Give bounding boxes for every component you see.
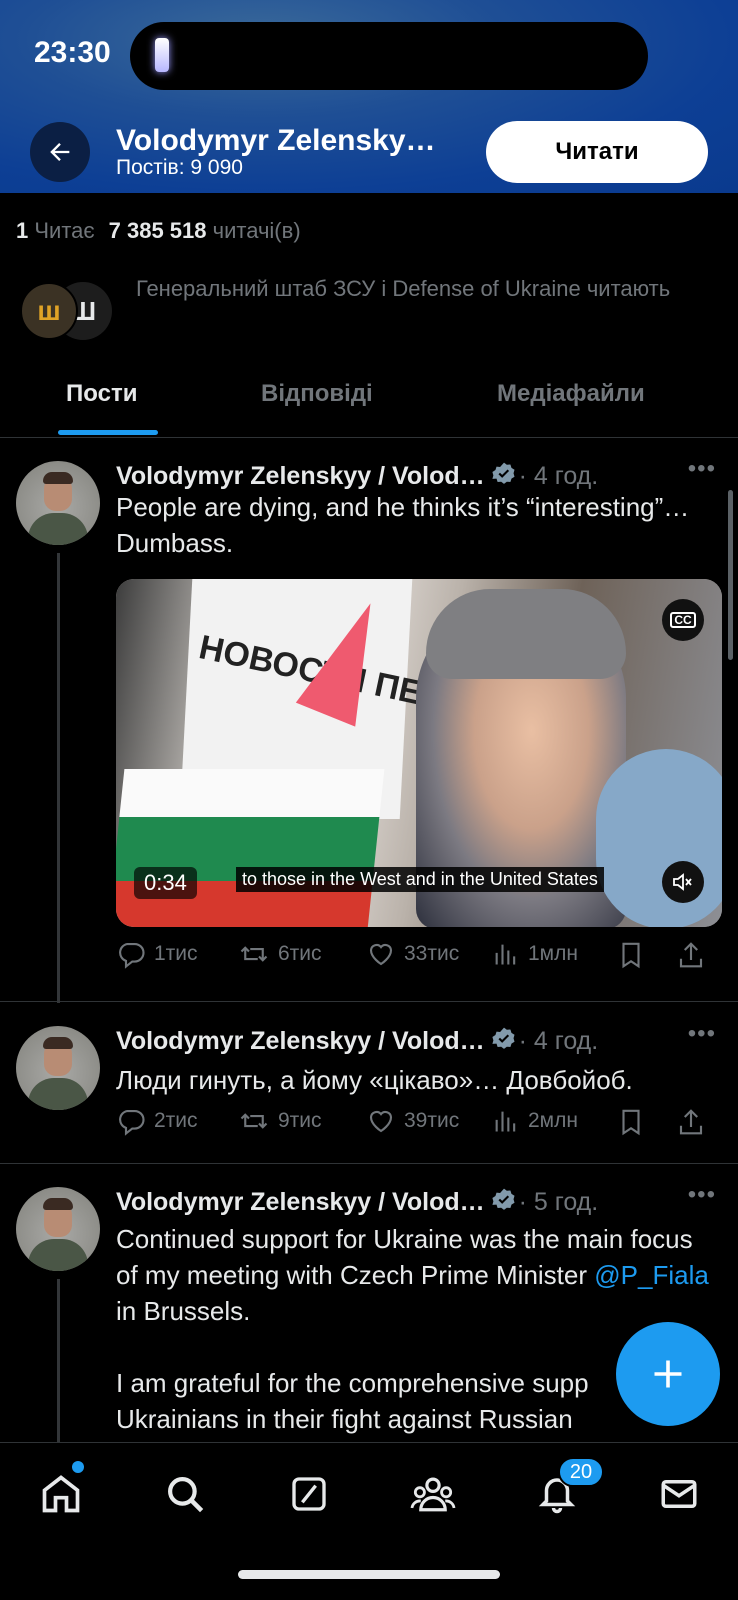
post-time: · 4 год. [518,1027,599,1055]
search-icon [168,1477,204,1513]
post-actions: 1тис 6тис 33тис 1млн [116,939,720,979]
bookmark-button[interactable] [616,939,646,976]
avatar[interactable] [16,1026,100,1110]
post-text: Continued support for Ukraine was the ma… [116,1224,709,1326]
repost-icon [240,946,268,962]
tab-media[interactable]: Медіафайли [497,380,645,408]
mutual-followers[interactable]: ш Ш Генеральний штаб ЗСУ і Defense of Uk… [20,272,720,342]
general-staff-avatar: ш [20,282,78,340]
dynamic-island [130,22,648,90]
more-options-icon[interactable]: ••• [688,1181,716,1209]
follow-stats: 1 Читає 7 385 518 читачі(в) [16,218,301,244]
repost-icon [240,1113,268,1129]
nav-messages[interactable] [654,1469,704,1519]
repost-button[interactable]: 9тис [238,1106,322,1136]
bookmark-button[interactable] [616,1106,646,1143]
mutual-followers-text: Генеральний штаб ЗСУ і Defense of Ukrain… [136,276,671,301]
post-text: People are dying, and he thinks it’s “in… [116,492,690,558]
status-time: 23:30 [34,36,111,69]
reply-button[interactable]: 1тис [116,939,198,969]
arrow-left-icon [50,143,70,161]
bookmark-icon [622,1109,640,1136]
share-button[interactable] [676,939,706,976]
share-icon [679,1109,703,1135]
more-options-icon[interactable]: ••• [688,455,716,483]
reply-icon [119,942,145,969]
flashlight-icon [155,38,169,72]
nav-search[interactable] [160,1469,210,1519]
author-name[interactable]: Volodymyr Zelenskyy / Volod… [116,1027,485,1055]
back-button[interactable] [30,122,90,182]
compose-button[interactable] [616,1322,720,1426]
tab-replies[interactable]: Відповіді [261,380,373,408]
nav-home[interactable] [36,1469,86,1519]
thread-line [57,1279,60,1449]
avatar[interactable] [16,461,100,545]
nav-grok[interactable] [284,1469,334,1519]
tab-posts[interactable]: Пости [66,380,137,408]
profile-tabs: Пости Відповіді Медіафайли [0,366,738,438]
post[interactable]: Volodymyr Zelenskyy / Volod… · 4 год. •••… [0,1002,738,1164]
verified-badge-icon [492,1188,515,1210]
home-indicator[interactable] [238,1570,500,1579]
verified-badge-icon [492,462,515,484]
like-button[interactable]: 39тис [366,1106,459,1136]
share-icon [679,942,703,968]
views-button[interactable]: 1млн [492,939,578,969]
verified-badge-icon [492,1027,515,1049]
follow-button[interactable]: Читати [486,121,708,183]
mail-icon [661,1480,697,1508]
post-time: · 4 год. [518,462,599,490]
like-button[interactable]: 33тис [366,939,459,969]
mention-link[interactable]: @P_Fiala [594,1260,709,1290]
followers-link[interactable]: 7 385 518 читачі(в) [109,218,301,243]
profile-name: Volodymyr Zelensky… [116,124,436,157]
repost-button[interactable]: 6тис [238,939,322,969]
plus-icon [654,1360,682,1388]
author-name[interactable]: Volodymyr Zelenskyy / Volod… [116,462,485,490]
speaker-muted-icon [673,873,692,891]
more-options-icon[interactable]: ••• [688,1020,716,1048]
views-button[interactable]: 2млн [492,1106,578,1136]
profile-header: 23:30 Volodymyr Zelensky… Постів: 9 090 … [0,0,738,193]
tab-indicator [58,430,158,435]
views-icon [495,944,516,965]
mute-button[interactable] [662,861,704,903]
post-header: Volodymyr Zelenskyy / Volod… · 5 год. [116,1187,598,1217]
video-caption: to those in the West and in the United S… [236,867,604,892]
following-link[interactable]: 1 Читає [16,218,95,243]
avatar[interactable] [16,1187,100,1271]
author-name[interactable]: Volodymyr Zelenskyy / Volod… [116,1188,485,1216]
post-time: · 5 год. [518,1188,599,1216]
heart-icon [369,1111,393,1133]
post-header: Volodymyr Zelenskyy / Volod… · 4 год. [116,1026,598,1056]
views-icon [495,1111,516,1132]
posts-count: Постів: 9 090 [116,156,243,179]
reply-button[interactable]: 2тис [116,1106,198,1136]
video-duration: 0:34 [134,867,197,899]
bookmark-icon [622,942,640,969]
flag-image [116,769,385,927]
share-button[interactable] [676,1106,706,1143]
notifications-badge: 20 [558,1457,604,1487]
home-unread-dot [72,1461,84,1473]
reply-icon [119,1109,145,1136]
thread-line [57,553,60,1003]
post-actions: 2тис 9тис 39тис 2млн [116,1106,720,1146]
communities-icon [410,1477,456,1512]
video-player[interactable]: НОВОСТИ ПЕРВЫХ CC 0:34 to those in the W… [116,579,722,927]
post-text: Люди гинуть, а йому «цікаво»… Довбойоб. [116,1065,633,1095]
nav-communities[interactable] [408,1469,458,1519]
post[interactable]: Volodymyr Zelenskyy / Volod… · 4 год. •••… [0,439,738,1003]
grok-icon [292,1477,326,1511]
post-header: Volodymyr Zelenskyy / Volod… · 4 год. [116,461,598,491]
closed-captions-button[interactable]: CC [662,599,704,641]
home-icon [42,1475,80,1513]
heart-icon [369,944,393,966]
